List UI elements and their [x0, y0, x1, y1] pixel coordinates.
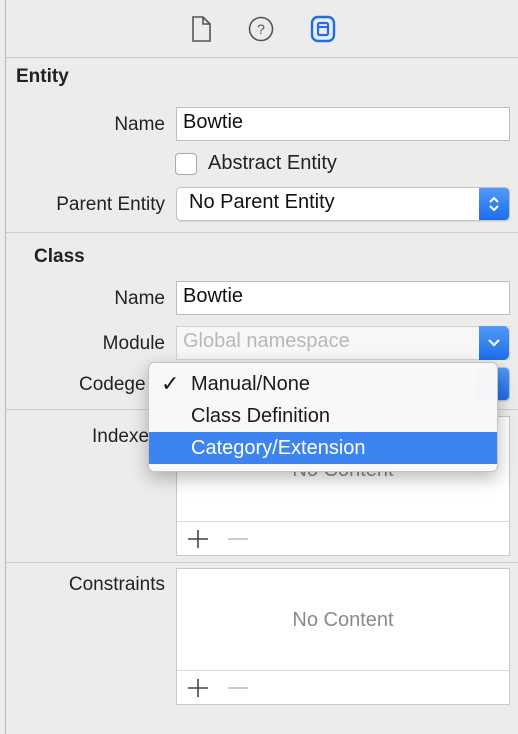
data-model-icon: [310, 15, 336, 43]
constraints-label: Constraints: [68, 574, 165, 595]
constraints-empty-text: No Content: [292, 609, 394, 631]
remove-index-button[interactable]: [225, 528, 251, 550]
menu-item-class-definition[interactable]: Class Definition: [149, 400, 497, 432]
question-icon: ?: [248, 16, 274, 42]
menu-item-category-extension[interactable]: Category/Extension: [149, 432, 497, 464]
data-model-inspector-panel: ? Entity Name Bowtie Abstract Entity Par…: [6, 0, 518, 734]
indexes-footer: [177, 521, 509, 555]
codegen-label: Codege: [79, 374, 146, 395]
abstract-entity-checkbox[interactable]: [175, 153, 197, 175]
parent-entity-popup[interactable]: No Parent Entity: [176, 187, 510, 221]
constraints-footer: [177, 670, 509, 704]
document-icon: [192, 16, 211, 42]
menu-item-label: Category/Extension: [191, 437, 366, 459]
inspector-tab-bar: ?: [6, 0, 518, 58]
codegen-menu: ✓ Manual/None Class Definition Category/…: [148, 362, 498, 472]
svg-text:?: ?: [257, 21, 265, 37]
menu-item-label: Manual/None: [191, 373, 310, 395]
section-divider: [6, 232, 518, 233]
module-placeholder: Global namespace: [183, 330, 350, 352]
menu-item-manual-none[interactable]: ✓ Manual/None: [149, 368, 497, 400]
tab-quick-help[interactable]: ?: [244, 12, 278, 46]
section-divider: [6, 562, 518, 563]
class-section-title: Class: [34, 246, 85, 267]
class-name-label: Name: [114, 288, 165, 309]
tab-data-model-inspector[interactable]: [306, 12, 340, 46]
parent-entity-label: Parent Entity: [56, 194, 165, 215]
add-index-button[interactable]: [185, 528, 211, 550]
remove-constraint-button[interactable]: [225, 677, 251, 699]
parent-entity-value: No Parent Entity: [189, 191, 335, 213]
chevron-down-icon[interactable]: [479, 326, 509, 360]
entity-name-label: Name: [114, 114, 165, 135]
tab-file-inspector[interactable]: [184, 12, 218, 46]
class-name-field[interactable]: Bowtie: [176, 281, 510, 315]
entity-section-title: Entity: [16, 66, 69, 87]
entity-name-field[interactable]: Bowtie: [176, 107, 510, 141]
updown-arrows-icon: [479, 188, 509, 220]
module-combobox[interactable]: Global namespace: [176, 326, 510, 360]
indexes-label: Indexe: [92, 426, 150, 447]
menu-item-label: Class Definition: [191, 405, 330, 427]
constraints-table[interactable]: No Content: [176, 568, 510, 705]
add-constraint-button[interactable]: [185, 677, 211, 699]
checkmark-icon: ✓: [161, 371, 180, 396]
abstract-entity-label: Abstract Entity: [208, 152, 337, 174]
module-label: Module: [102, 333, 165, 354]
